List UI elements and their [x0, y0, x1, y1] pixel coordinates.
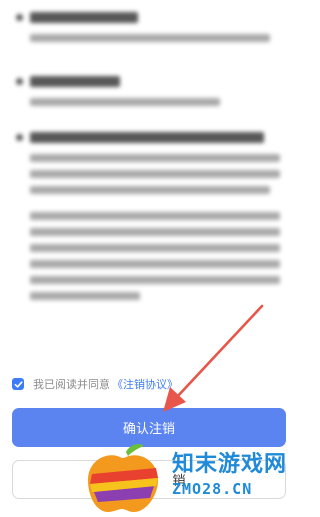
watermark-logo: 知末游戏网 ZMO28.CN	[84, 440, 291, 517]
watermark-cn-text: 知末游戏网	[172, 452, 288, 477]
watermark-en-text: ZMO28.CN	[172, 480, 253, 498]
apple-logo-icon	[88, 444, 158, 512]
